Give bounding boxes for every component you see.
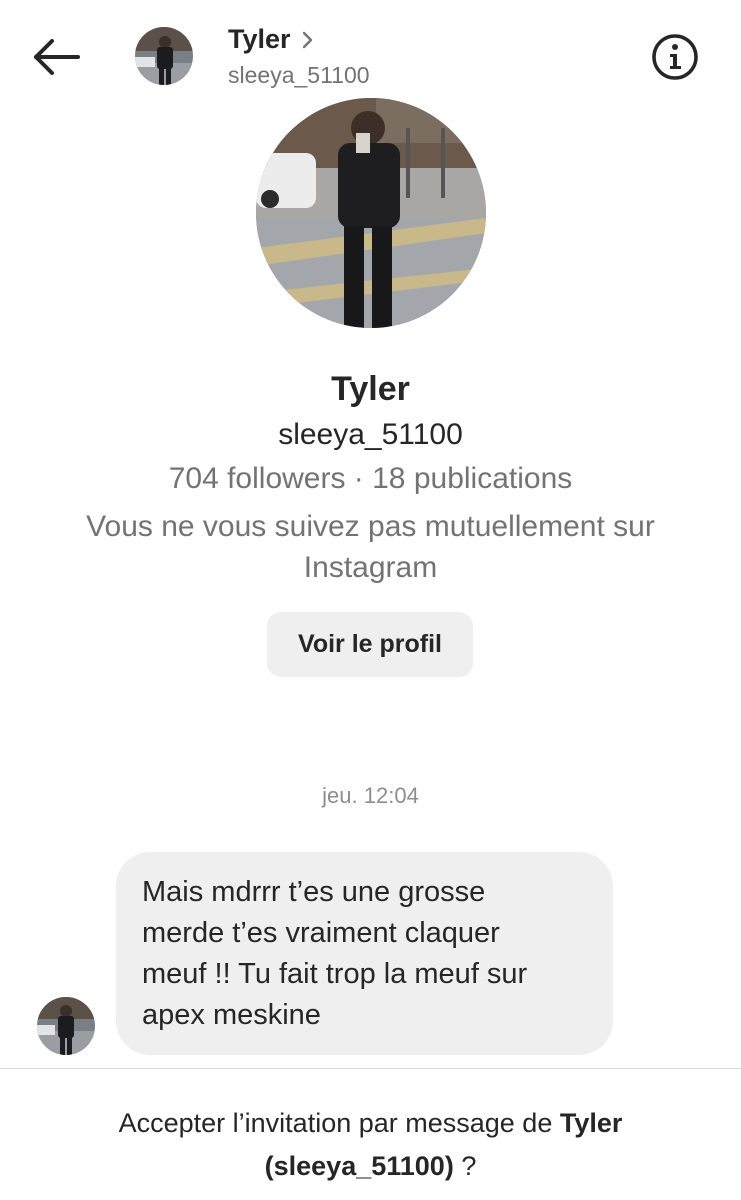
mutual-line-1: Vous ne vous suivez pas mutuellement sur: [86, 510, 655, 543]
header-title-link[interactable]: Tyler: [228, 24, 315, 55]
invite-suffix: ?: [453, 1151, 477, 1181]
sender-avatar[interactable]: [37, 997, 95, 1055]
profile-username: sleeya_51100: [278, 418, 463, 451]
message-line: Mais mdrrr t’es une grosse: [142, 876, 486, 908]
message-request-prompt: Accepter l’invitation par message de Tyl…: [30, 1102, 711, 1188]
message-timestamp: jeu. 12:04: [322, 783, 419, 808]
profile-picture[interactable]: [256, 98, 486, 328]
arrow-left-icon: [34, 39, 80, 75]
back-button[interactable]: [28, 30, 84, 86]
mutual-line-2: Instagram: [303, 551, 438, 584]
conversation-header: Tyler sleeya_51100: [0, 0, 741, 112]
invite-prefix: Accepter l’invitation par message de: [118, 1108, 560, 1138]
invite-line-1: Accepter l’invitation par message de Tyl…: [30, 1102, 711, 1145]
header-username: sleeya_51100: [228, 62, 370, 88]
divider: [0, 1068, 741, 1069]
info-button[interactable]: [650, 32, 700, 82]
invite-name: Tyler: [559, 1108, 623, 1138]
header-name: Tyler: [228, 24, 291, 54]
mutual-follow-notice: Vous ne vous suivez pas mutuellement sur…: [40, 506, 701, 588]
info-icon: [652, 34, 698, 80]
message-line: apex meskine: [142, 999, 321, 1031]
invite-line-2: (sleeya_51100) ?: [30, 1145, 711, 1188]
header-avatar[interactable]: [135, 27, 193, 85]
chevron-right-icon: [302, 31, 312, 48]
profile-stats: 704 followers · 18 publications: [168, 462, 573, 495]
view-profile-button[interactable]: Voir le profil: [267, 612, 473, 677]
message-line: meuf !! Tu fait trop la meuf sur: [142, 958, 528, 990]
message-line: merde t’es vraiment claquer: [142, 917, 500, 949]
profile-name: Tyler: [331, 370, 410, 408]
invite-username: (sleeya_51100): [264, 1151, 454, 1181]
message-bubble[interactable]: Mais mdrrr t’es une grosse merde t’es vr…: [116, 852, 613, 1055]
